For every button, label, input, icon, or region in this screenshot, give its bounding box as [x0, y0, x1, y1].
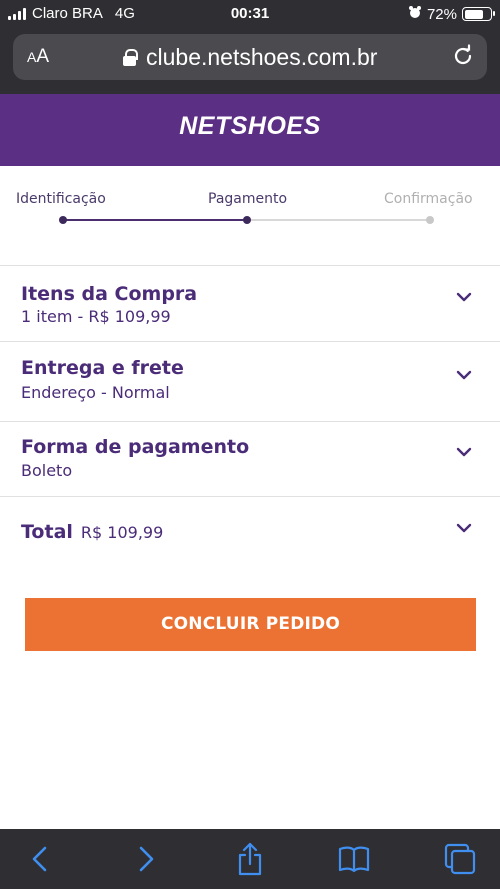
url-text[interactable]: clube.netshoes.com.br — [146, 44, 377, 71]
concluir-pedido-button[interactable]: CONCLUIR PEDIDO — [25, 598, 476, 651]
section-itens-da-compra[interactable]: Itens da Compra 1 item - R$ 109,99 — [0, 267, 500, 342]
network-type: 4G — [114, 5, 135, 22]
chevron-down-icon[interactable] — [456, 447, 472, 457]
section-subtitle: Boleto — [21, 461, 73, 480]
section-title: Entrega e frete — [21, 357, 184, 379]
progress-track-complete — [63, 219, 247, 221]
back-icon[interactable] — [22, 841, 58, 877]
address-bar[interactable]: AA clube.netshoes.com.br — [13, 34, 487, 80]
signal-icon — [8, 7, 26, 20]
chevron-down-icon[interactable] — [456, 523, 472, 533]
section-subtitle: Endereço - Normal — [21, 383, 170, 402]
alarm-icon — [408, 5, 422, 23]
section-title: Itens da Compra — [21, 283, 198, 305]
step-dot-confirmacao — [426, 216, 434, 224]
site-header: NETSHOES — [0, 94, 500, 166]
netshoes-logo[interactable]: NETSHOES — [0, 112, 500, 141]
battery-percent: 72% — [426, 5, 457, 23]
step-pagamento: Pagamento — [208, 191, 288, 207]
reload-icon[interactable] — [451, 44, 475, 73]
section-entrega-e-frete[interactable]: Entrega e frete Endereço - Normal — [0, 342, 500, 422]
lock-icon — [123, 49, 138, 66]
progress-track-pending — [247, 219, 430, 221]
browser-toolbar — [0, 829, 500, 889]
total-value: R$ 109,99 — [80, 523, 164, 542]
browser-address-area: AA clube.netshoes.com.br — [0, 28, 500, 94]
section-forma-de-pagamento[interactable]: Forma de pagamento Boleto — [0, 422, 500, 497]
chevron-down-icon[interactable] — [456, 292, 472, 302]
carrier-name: Claro BRA — [32, 5, 103, 22]
share-icon[interactable] — [232, 841, 268, 877]
text-size-button[interactable]: AA — [27, 46, 49, 68]
step-dot-identificacao — [59, 216, 67, 224]
battery-icon — [462, 7, 495, 21]
text-size-label: A — [36, 46, 50, 67]
section-total[interactable]: Total R$ 109,99 — [0, 497, 500, 565]
forward-icon[interactable] — [128, 841, 164, 877]
total-label: Total — [21, 521, 73, 543]
step-confirmacao: Confirmação — [384, 191, 473, 207]
tabs-icon[interactable] — [442, 841, 478, 877]
chevron-down-icon[interactable] — [456, 370, 472, 380]
step-dot-pagamento — [243, 216, 251, 224]
section-title: Forma de pagamento — [21, 436, 250, 458]
status-bar: Claro BRA 4G 00:31 72% — [0, 0, 500, 28]
step-identificacao: Identificação — [16, 191, 106, 207]
checkout-progress: Identificação Pagamento Confirmação — [0, 166, 500, 266]
section-subtitle: 1 item - R$ 109,99 — [21, 307, 171, 326]
bookmarks-icon[interactable] — [336, 841, 372, 877]
